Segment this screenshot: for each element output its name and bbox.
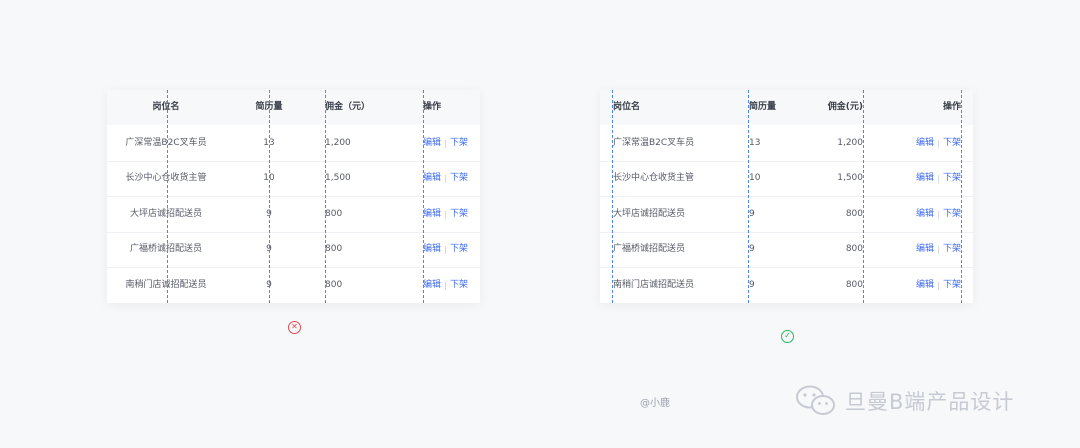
cell-commission: 800 <box>325 244 343 254</box>
cell-commission: 800 <box>325 280 343 290</box>
offline-link[interactable]: 下架 <box>450 161 468 196</box>
cell-commission: 1,500 <box>837 173 863 183</box>
table-row: 长沙中心仓收货主管 10 1,500 编辑 下架 <box>600 161 973 197</box>
edit-link[interactable]: 编辑 <box>423 232 441 267</box>
alignment-guide <box>961 90 962 303</box>
action-divider <box>445 245 447 254</box>
cell-commission: 1,200 <box>325 138 351 148</box>
header-commission: 佣金(元) <box>827 102 863 112</box>
cell-position-name: 长沙中心仓收货主管 <box>613 173 695 183</box>
cell-resume-count: 13 <box>749 138 761 148</box>
action-divider <box>445 281 447 290</box>
cell-position-name: 广深常温B2C叉车员 <box>613 138 695 148</box>
success-circle-icon: ✓ <box>781 330 794 343</box>
offline-link[interactable]: 下架 <box>450 197 468 232</box>
offline-link[interactable]: 下架 <box>450 268 468 303</box>
table-header-row: 岗位名 简历量 佣金（元） 操作 <box>107 90 480 125</box>
table-row: 南稍门店诚招配送员 9 800 编辑 下架 <box>600 268 973 303</box>
table-wrong-example: 岗位名 简历量 佣金（元） 操作 广深常温B2C叉车员 13 1,200 编辑 … <box>107 90 480 303</box>
action-divider <box>938 139 939 148</box>
edit-link[interactable]: 编辑 <box>916 232 934 267</box>
table-row: 广深常温B2C叉车员 13 1,200 编辑 下架 <box>600 126 973 162</box>
cell-actions: 编辑 下架 <box>916 197 961 232</box>
cell-actions: 编辑 下架 <box>423 197 479 232</box>
action-divider <box>445 139 447 148</box>
cell-actions: 编辑 下架 <box>423 161 479 196</box>
cell-position-name: 大坪店诚招配送员 <box>129 209 202 219</box>
cell-resume-count: 10 <box>749 173 761 183</box>
table-row: 长沙中心仓收货主管 10 1,500 编辑 下架 <box>107 161 480 197</box>
cell-commission: 800 <box>845 209 863 219</box>
offline-link[interactable]: 下架 <box>943 197 961 232</box>
edit-link[interactable]: 编辑 <box>423 161 441 196</box>
alignment-guide <box>167 90 168 303</box>
table-header-row: 岗位名 简历量 佣金(元) 操作 <box>600 90 973 125</box>
cell-actions: 编辑 下架 <box>916 161 961 196</box>
cell-commission: 1,200 <box>837 138 863 148</box>
table-row: 南稍门店诚招配送员 9 800 编辑 下架 <box>107 268 480 303</box>
wechat-icon <box>796 385 835 415</box>
alignment-guide <box>269 90 270 303</box>
edit-link[interactable]: 编辑 <box>916 268 934 303</box>
cell-position-name: 大坪店诚招配送员 <box>613 209 686 219</box>
brand-watermark: 旦曼B端产品设计 <box>795 384 1014 418</box>
edit-link[interactable]: 编辑 <box>423 268 441 303</box>
cell-commission: 800 <box>845 244 863 254</box>
cell-resume-count: 9 <box>749 280 755 290</box>
action-divider <box>445 210 447 219</box>
edit-link[interactable]: 编辑 <box>423 197 441 232</box>
edit-link[interactable]: 编辑 <box>916 161 934 196</box>
cell-position-name: 南稍门店诚招配送员 <box>125 280 207 290</box>
cell-actions: 编辑 下架 <box>916 126 961 161</box>
table-row: 大坪店诚招配送员 9 800 编辑 下架 <box>107 197 480 233</box>
cell-actions: 编辑 下架 <box>423 232 479 267</box>
cell-commission: 1,500 <box>325 173 351 183</box>
edit-link[interactable]: 编辑 <box>916 126 934 161</box>
action-divider <box>938 174 939 183</box>
error-circle-icon: ✕ <box>288 321 301 334</box>
header-commission: 佣金（元） <box>325 102 371 112</box>
cell-position-name: 长沙中心仓收货主管 <box>125 173 207 183</box>
cell-resume-count: 9 <box>749 244 755 254</box>
alignment-guide <box>325 90 326 303</box>
cell-commission: 800 <box>845 280 863 290</box>
cell-commission: 800 <box>325 209 343 219</box>
offline-link[interactable]: 下架 <box>943 161 961 196</box>
edit-link[interactable]: 编辑 <box>423 126 441 161</box>
action-divider <box>938 210 939 219</box>
action-divider <box>938 281 939 290</box>
cell-position-name: 广福桥诚招配送员 <box>613 244 686 254</box>
header-action: 操作 <box>423 102 442 112</box>
alignment-guide <box>612 90 613 303</box>
cell-position-name: 广福桥诚招配送员 <box>129 244 202 254</box>
table-row: 大坪店诚招配送员 9 800 编辑 下架 <box>600 197 973 233</box>
cell-actions: 编辑 下架 <box>423 126 479 161</box>
alignment-guide <box>863 90 864 303</box>
table-row: 广福桥诚招配送员 9 800 编辑 下架 <box>107 232 480 268</box>
table-row: 广福桥诚招配送员 9 800 编辑 下架 <box>600 232 973 268</box>
offline-link[interactable]: 下架 <box>943 126 961 161</box>
cell-position-name: 广深常温B2C叉车员 <box>125 138 207 148</box>
cell-position-name: 南稍门店诚招配送员 <box>613 280 695 290</box>
action-divider <box>938 245 939 254</box>
action-divider <box>445 174 447 183</box>
alignment-guide <box>423 90 424 303</box>
header-position-name: 岗位名 <box>613 102 641 112</box>
table-row: 广深常温B2C叉车员 13 1,200 编辑 下架 <box>107 126 480 162</box>
offline-link[interactable]: 下架 <box>943 268 961 303</box>
header-position-name: 岗位名 <box>152 102 180 112</box>
author-credit: @小鹿 <box>640 398 670 409</box>
edit-link[interactable]: 编辑 <box>916 197 934 232</box>
brand-name: 旦曼B端产品设计 <box>845 390 1015 414</box>
table-correct-example: 岗位名 简历量 佣金(元) 操作 广深常温B2C叉车员 13 1,200 编辑 … <box>600 90 973 303</box>
offline-link[interactable]: 下架 <box>450 126 468 161</box>
offline-link[interactable]: 下架 <box>943 232 961 267</box>
header-action: 操作 <box>942 102 961 112</box>
cell-resume-count: 9 <box>749 209 755 219</box>
alignment-guide <box>748 90 749 303</box>
offline-link[interactable]: 下架 <box>450 232 468 267</box>
cell-actions: 编辑 下架 <box>423 268 479 303</box>
cell-actions: 编辑 下架 <box>916 232 961 267</box>
cell-actions: 编辑 下架 <box>916 268 961 303</box>
